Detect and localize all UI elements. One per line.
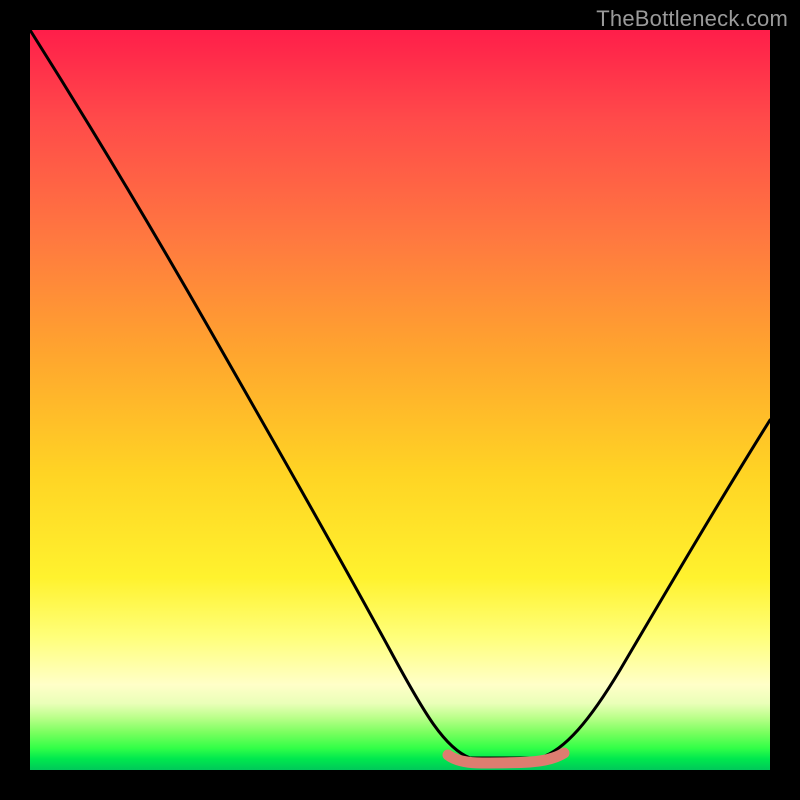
watermark-text: TheBottleneck.com xyxy=(596,6,788,32)
curve-layer xyxy=(30,30,770,770)
chart-frame: TheBottleneck.com xyxy=(0,0,800,800)
plot-area xyxy=(30,30,770,770)
optimal-band xyxy=(448,753,564,763)
bottleneck-curve xyxy=(30,30,770,758)
